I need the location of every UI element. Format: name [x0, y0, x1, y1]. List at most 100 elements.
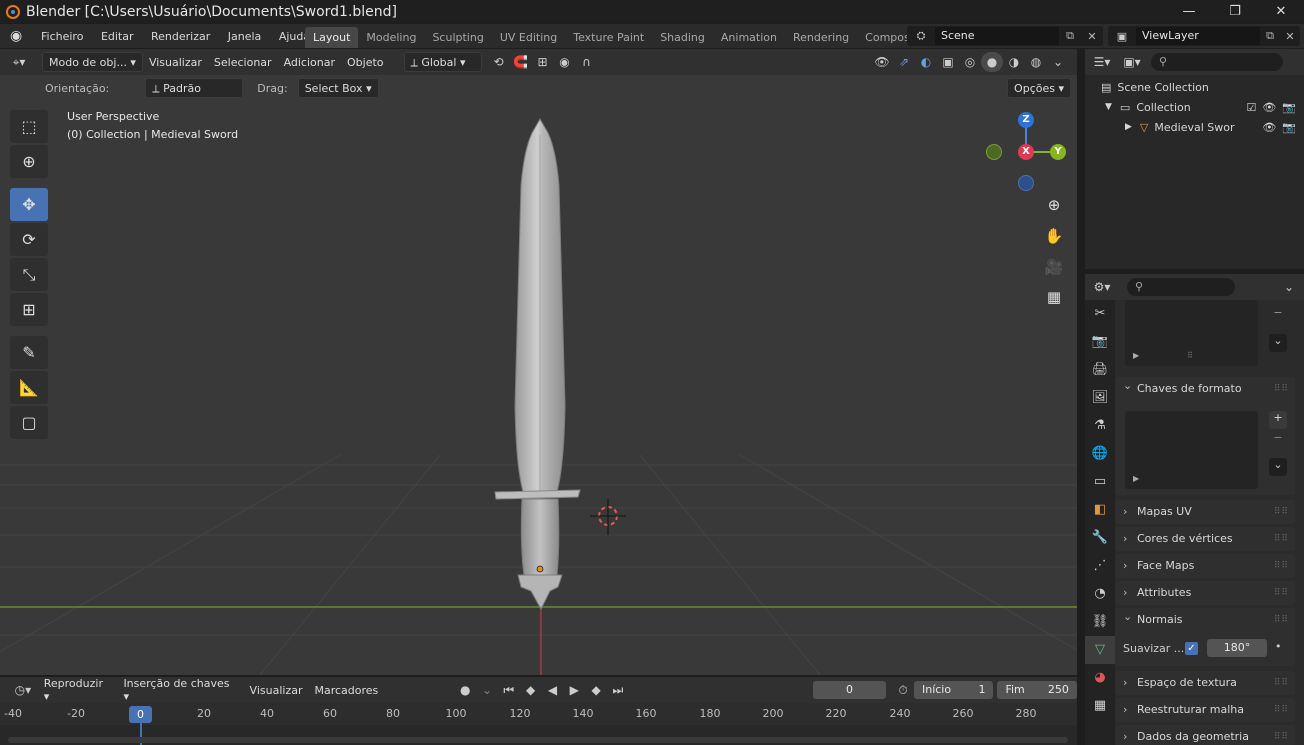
- texture-space-header[interactable]: Espaço de textura⠿⠿: [1115, 671, 1295, 695]
- menu-object[interactable]: Objeto: [347, 56, 384, 69]
- measure-tool[interactable]: 📐: [10, 371, 48, 404]
- navigation-gizmo[interactable]: Z Y X: [986, 110, 1066, 195]
- record-keyframe-icon[interactable]: ●: [454, 680, 476, 700]
- zoom-icon[interactable]: ⊕: [1042, 193, 1066, 217]
- outliner-search-input[interactable]: ⚲: [1151, 53, 1283, 71]
- menu-add[interactable]: Adicionar: [284, 56, 335, 69]
- geometry-data-header[interactable]: Dados da geometria⠿⠿: [1115, 725, 1295, 745]
- geometry-data-panel[interactable]: Dados da geometria⠿⠿: [1115, 725, 1295, 745]
- scene-name-field[interactable]: Scene: [935, 27, 1059, 45]
- playhead-label[interactable]: 0: [129, 706, 152, 723]
- outliner-collection[interactable]: ▼ ▭ Collection ☑ 👁 📷: [1085, 97, 1304, 117]
- world-tab-icon[interactable]: 🌐: [1085, 440, 1115, 468]
- shape-keys-header[interactable]: Chaves de formato⠿⠿: [1115, 374, 1295, 401]
- 3d-viewport[interactable]: User Perspective (0) Collection | Mediev…: [0, 75, 1077, 675]
- wireframe-shading-icon[interactable]: ◎: [959, 52, 981, 72]
- gizmo-x-axis[interactable]: X: [1018, 144, 1034, 160]
- menu-render[interactable]: Renderizar: [151, 30, 210, 43]
- blender-menu-icon[interactable]: ◉: [10, 27, 28, 45]
- collection-eye-icon[interactable]: 👁: [1262, 101, 1276, 114]
- constraints-tab-icon[interactable]: ⛓: [1085, 608, 1115, 636]
- auto-smooth-checkbox[interactable]: ✓: [1185, 642, 1198, 655]
- scene-remove-icon[interactable]: ✕: [1081, 30, 1103, 43]
- face-maps-panel[interactable]: Face Maps⠿⠿: [1115, 554, 1295, 578]
- material-shading-icon[interactable]: ◑: [1003, 52, 1025, 72]
- add-cube-tool[interactable]: ▢: [10, 406, 48, 439]
- outliner-editor-icon[interactable]: ☰▾: [1091, 52, 1113, 72]
- tab-texture-paint[interactable]: Texture Paint: [565, 27, 652, 48]
- attributes-panel[interactable]: Attributes⠿⠿: [1115, 581, 1295, 605]
- tab-layout[interactable]: Layout: [305, 27, 359, 48]
- vertex-colors-panel[interactable]: Cores de vértices⠿⠿: [1115, 527, 1295, 551]
- timeline-editor-icon[interactable]: ◷▾: [8, 680, 38, 700]
- solid-shading-icon[interactable]: ●: [981, 52, 1003, 72]
- uv-maps-panel[interactable]: Mapas UV⠿⠿: [1115, 500, 1295, 524]
- menu-timeline-view[interactable]: Visualizar: [250, 684, 303, 697]
- play-icon[interactable]: ▶: [563, 680, 585, 700]
- auto-key-options-icon[interactable]: ⌄: [476, 680, 498, 700]
- gizmo-y-axis[interactable]: Y: [1050, 144, 1066, 160]
- object-camera-icon[interactable]: 📷: [1282, 121, 1296, 134]
- shape-key-add-button[interactable]: +: [1269, 411, 1287, 429]
- prev-keyframe-icon[interactable]: ◆: [520, 680, 542, 700]
- scene-copy-icon[interactable]: ⧉: [1059, 29, 1081, 43]
- tab-sculpting[interactable]: Sculpting: [424, 27, 491, 48]
- gizmo-neg-z-axis[interactable]: [1018, 175, 1034, 191]
- remesh-header[interactable]: Reestruturar malha⠿⠿: [1115, 698, 1295, 722]
- mode-dropdown[interactable]: Modo de obj... ▾: [42, 52, 143, 72]
- view-layer-tab-icon[interactable]: 🖼: [1085, 384, 1115, 412]
- menu-window[interactable]: Janela: [228, 30, 262, 43]
- scene-tab-icon[interactable]: ⚗: [1085, 412, 1115, 440]
- move-tool[interactable]: ✥: [10, 188, 48, 221]
- frame-ruler[interactable]: -40 -20 20 40 60 80 100 120 140 160 180 …: [0, 703, 1077, 725]
- close-button[interactable]: ✕: [1258, 0, 1304, 23]
- data-tab-icon[interactable]: ▽: [1085, 636, 1115, 664]
- material-tab-icon[interactable]: ◕: [1085, 664, 1115, 692]
- properties-search-input[interactable]: ⚲: [1127, 278, 1235, 296]
- jump-end-icon[interactable]: ⏭: [607, 680, 629, 700]
- shape-key-remove-button[interactable]: −: [1269, 431, 1287, 449]
- tool-tab-icon[interactable]: ✂: [1085, 300, 1115, 328]
- play-reverse-icon[interactable]: ◀: [542, 680, 564, 700]
- uv-maps-header[interactable]: Mapas UV⠿⠿: [1115, 500, 1295, 524]
- menu-keying[interactable]: Inserção de chaves ▾: [123, 677, 237, 703]
- current-frame-field[interactable]: 0: [812, 681, 887, 699]
- view-layer-copy-icon[interactable]: ⧉: [1260, 29, 1280, 43]
- tab-shading[interactable]: Shading: [652, 27, 713, 48]
- outliner-scene-collection[interactable]: ▤ Scene Collection: [1085, 77, 1304, 97]
- pan-hand-icon[interactable]: ✋: [1042, 224, 1066, 248]
- maximize-button[interactable]: ❐: [1212, 0, 1258, 23]
- tab-animation[interactable]: Animation: [713, 27, 785, 48]
- render-tab-icon[interactable]: 📷: [1085, 328, 1115, 356]
- rotate-tool[interactable]: ⟳: [10, 223, 48, 256]
- menu-edit[interactable]: Editar: [101, 30, 134, 43]
- view-layer-remove-icon[interactable]: ✕: [1280, 30, 1300, 43]
- tab-uv-editing[interactable]: UV Editing: [492, 27, 565, 48]
- transform-orientation-dropdown[interactable]: ⟂ Global ▾: [403, 52, 482, 72]
- start-frame-field[interactable]: Início 1: [913, 681, 994, 699]
- 3d-cursor[interactable]: [590, 499, 626, 535]
- shape-key-specials-button[interactable]: ⌄: [1269, 458, 1287, 476]
- view-layer-name-field[interactable]: ViewLayer: [1136, 27, 1260, 45]
- physics-tab-icon[interactable]: ◔: [1085, 580, 1115, 608]
- transform-tool[interactable]: ⊞: [10, 293, 48, 326]
- minimize-button[interactable]: —: [1166, 0, 1212, 23]
- timeline-scrollbar[interactable]: [8, 737, 1068, 743]
- texture-space-panel[interactable]: Espaço de textura⠿⠿: [1115, 671, 1295, 695]
- shading-options-icon[interactable]: ⌄: [1047, 52, 1069, 72]
- vertex-colors-header[interactable]: Cores de vértices⠿⠿: [1115, 527, 1295, 551]
- list-expand-icon[interactable]: ▶: [1133, 351, 1139, 360]
- object-expand-icon[interactable]: ▶: [1125, 122, 1132, 132]
- remesh-panel[interactable]: Reestruturar malha⠿⠿: [1115, 698, 1295, 722]
- display-mode-icon[interactable]: ▣▾: [1121, 52, 1143, 72]
- collection-tab-icon[interactable]: ▭: [1085, 468, 1115, 496]
- select-box-tool[interactable]: ⬚: [10, 110, 48, 143]
- auto-smooth-angle-field[interactable]: 180°: [1207, 639, 1267, 657]
- gizmo-z-axis[interactable]: Z: [1018, 112, 1034, 128]
- proportional-edit-icon[interactable]: ◉: [554, 52, 576, 72]
- vertex-group-specials-button[interactable]: ⌄: [1269, 334, 1287, 352]
- annotate-tool[interactable]: ✎: [10, 336, 48, 369]
- face-maps-header[interactable]: Face Maps⠿⠿: [1115, 554, 1295, 578]
- end-frame-field[interactable]: Fim 250: [997, 681, 1077, 699]
- scene-icon[interactable]: ⛭: [907, 29, 935, 43]
